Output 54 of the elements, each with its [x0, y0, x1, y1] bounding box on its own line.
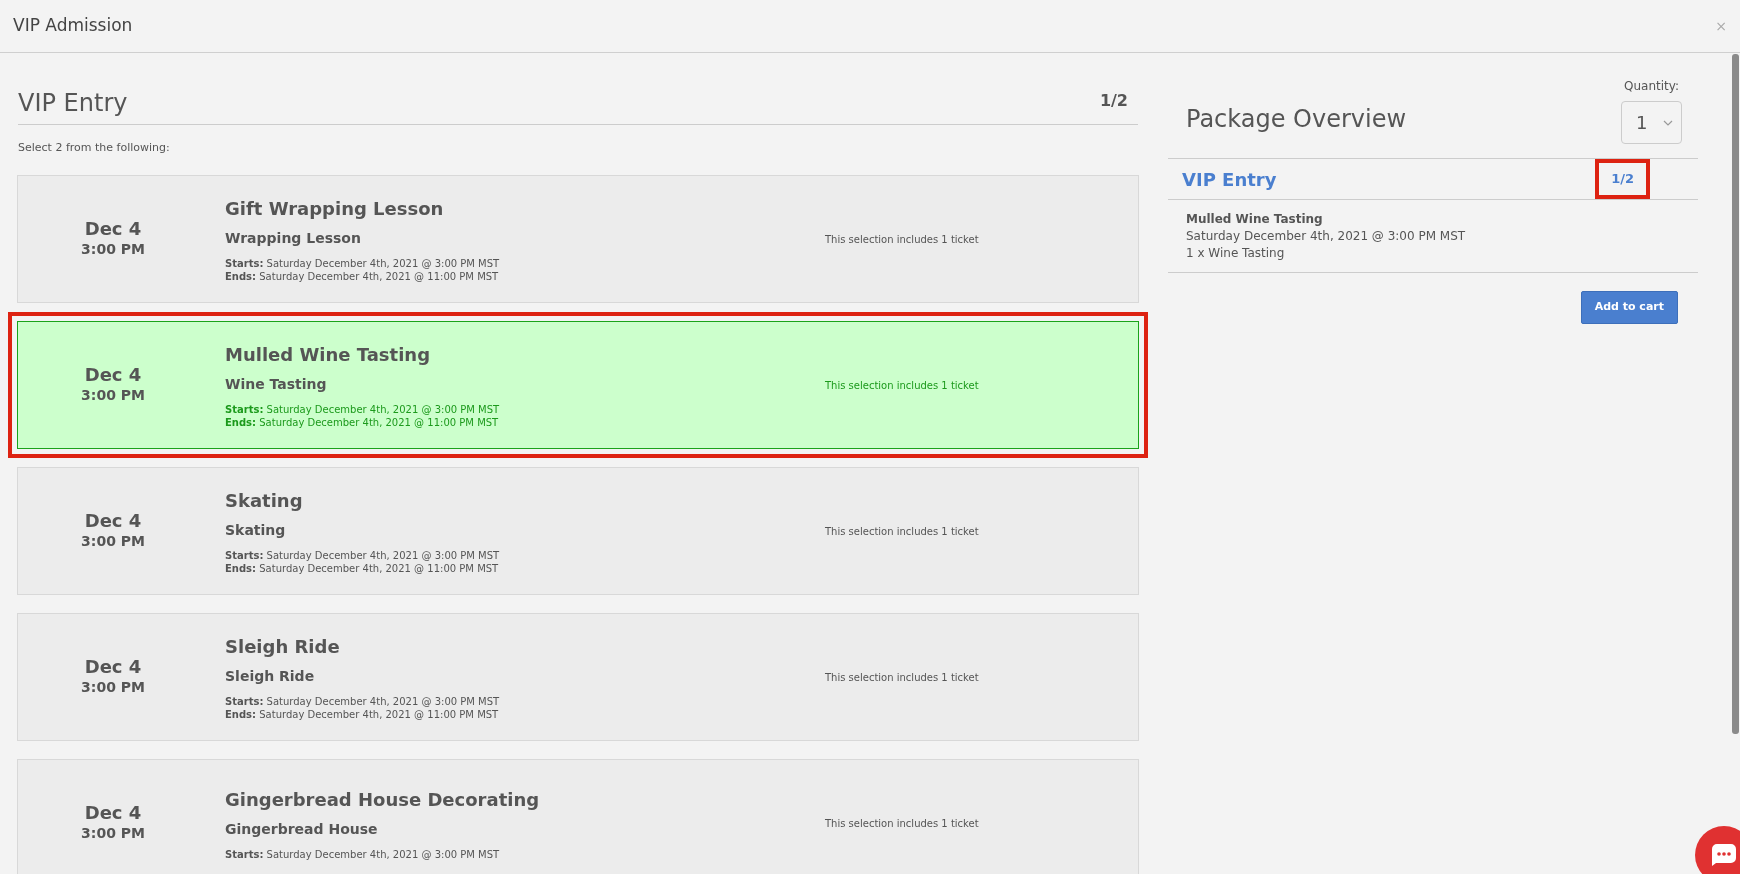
option-card[interactable]: Dec 4 3:00 PM Skating Skating Starts: Saturday December 4th, 2021 @ 3:00 PM MST Ends: Saturday December 4th, 2021 @ 11:00 PM MST This selection includes 1 ticket	[17, 467, 1139, 596]
event-date: Dec 4	[83, 218, 143, 239]
start-time-text: Starts: Saturday December 4th, 2021 @ 3:00 PM MST	[225, 694, 501, 709]
event-subtitle: Wrapping Lesson	[225, 228, 362, 248]
chat-bubble-icon	[1711, 843, 1737, 867]
event-subtitle: Sleigh Ride	[225, 666, 316, 686]
end-time-text: Ends: Saturday December 4th, 2021 @ 11:00 PM MST	[225, 270, 500, 284]
event-title: Mulled Wine Tasting	[225, 342, 432, 367]
item-detail: 1 x Wine Tasting	[1186, 244, 1286, 262]
ticket-note: This selection includes 1 ticket	[825, 670, 979, 685]
event-time: 3:00 PM	[80, 823, 146, 843]
event-subtitle: Skating	[225, 520, 287, 540]
start-time-text: Starts: Saturday December 4th, 2021 @ 3:00 PM MST	[225, 256, 501, 271]
event-time: 3:00 PM	[80, 239, 146, 259]
option-card[interactable]: Dec 4 3:00 PM Gift Wrapping Lesson Wrapping Lesson Starts: Saturday December 4th, 2021 @ 3:00 PM MST Ends: Saturday December 4th, 2021 @ 11:00 PM MST This selection includes 1 ticket	[17, 175, 1139, 304]
event-date: Dec 4	[83, 656, 143, 677]
end-time-text: Ends: Saturday December 4th, 2021 @ 11:00 PM MST	[225, 562, 500, 576]
start-time-text: Starts: Saturday December 4th, 2021 @ 3:00 PM MST	[225, 847, 501, 862]
ticket-note: This selection includes 1 ticket	[825, 524, 979, 539]
scrollbar-thumb[interactable]	[1732, 54, 1739, 734]
selection-counter: 1/2	[1099, 90, 1128, 112]
ticket-note: This selection includes 1 ticket	[825, 816, 979, 831]
ticket-note: This selection includes 1 ticket	[825, 232, 979, 247]
item-title: Mulled Wine Tasting	[1186, 211, 1324, 228]
end-time-text: Ends: Saturday December 4th, 2021 @ 11:00 PM MST	[225, 416, 500, 430]
overview-title: Package Overview	[1186, 105, 1407, 134]
event-date: Dec 4	[83, 802, 143, 823]
event-date: Dec 4	[83, 364, 143, 385]
event-subtitle: Wine Tasting	[225, 374, 328, 394]
event-time: 3:00 PM	[80, 385, 146, 405]
event-title: Sleigh Ride	[225, 634, 341, 659]
chevron-down-icon	[1663, 119, 1673, 126]
start-time-text: Starts: Saturday December 4th, 2021 @ 3:00 PM MST	[225, 548, 501, 563]
start-time-text: Starts: Saturday December 4th, 2021 @ 3:00 PM MST	[225, 402, 501, 417]
item-datetime: Saturday December 4th, 2021 @ 3:00 PM MST	[1186, 227, 1467, 245]
event-title: Gingerbread House Decorating	[225, 787, 541, 812]
ticket-note: This selection includes 1 ticket	[825, 378, 979, 393]
event-time: 3:00 PM	[80, 531, 146, 551]
option-card[interactable]: Dec 4 3:00 PM Gingerbread House Decorating Gingerbread House Starts: Saturday December 4th, 2021 @ 3:00 PM MST This selection includes 1 ticket	[17, 759, 1139, 874]
event-date: Dec 4	[83, 510, 143, 531]
modal-title: VIP Admission	[13, 14, 133, 38]
event-title: Skating	[225, 488, 304, 513]
event-subtitle: Gingerbread House	[225, 819, 379, 839]
quantity-select[interactable]: 1	[1621, 101, 1682, 144]
option-card[interactable]: Dec 4 3:00 PM Mulled Wine Tasting Wine Tasting Starts: Saturday December 4th, 2021 @ 3:00 PM MST Ends: Saturday December 4th, 2021 @ 11:00 PM MST This selection includes 1 ticket	[17, 321, 1139, 450]
event-title: Gift Wrapping Lesson	[225, 196, 445, 221]
section-title: VIP Entry	[18, 89, 128, 118]
add-to-cart-button[interactable]: Add to cart	[1580, 291, 1678, 324]
instruction-text: Select 2 from the following:	[18, 139, 170, 156]
quantity-label: Quantity:	[1624, 78, 1679, 95]
option-card[interactable]: Dec 4 3:00 PM Sleigh Ride Sleigh Ride Starts: Saturday December 4th, 2021 @ 3:00 PM MST Ends: Saturday December 4th, 2021 @ 11:00 PM MST This selection includes 1 ticket	[17, 613, 1139, 742]
group-title: VIP Entry	[1182, 167, 1277, 192]
event-time: 3:00 PM	[80, 677, 146, 697]
end-time-text: Ends: Saturday December 4th, 2021 @ 11:00 PM MST	[225, 708, 500, 722]
